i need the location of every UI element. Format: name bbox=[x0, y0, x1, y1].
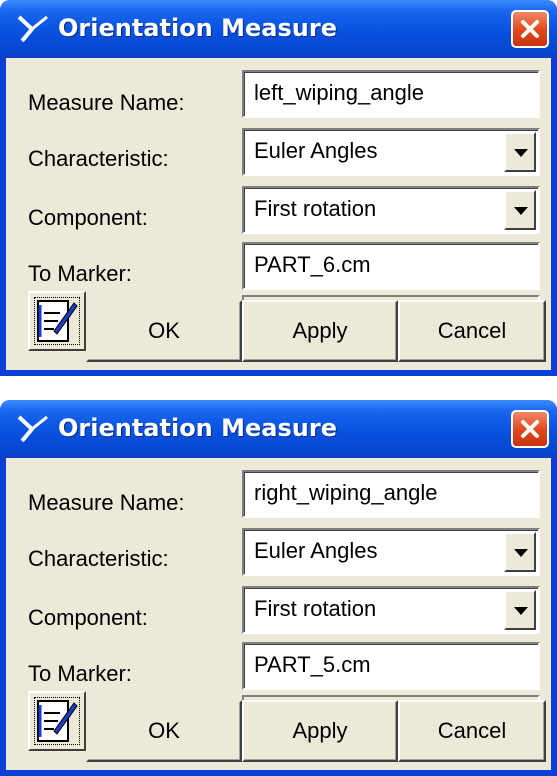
ok-button[interactable]: OK bbox=[86, 700, 242, 762]
edit-notepad-icon bbox=[37, 300, 78, 342]
dropdown-arrow-icon[interactable] bbox=[504, 190, 536, 230]
dialog-title: Orientation Measure bbox=[58, 14, 337, 42]
component-dropdown[interactable]: First rotation bbox=[242, 186, 540, 234]
cancel-button[interactable]: Cancel bbox=[398, 700, 546, 762]
close-button[interactable] bbox=[511, 10, 549, 48]
title-bar[interactable]: Orientation Measure bbox=[0, 0, 557, 58]
measure-name-value: left_wiping_angle bbox=[254, 80, 425, 105]
measure-name-label: Measure Name: bbox=[28, 490, 185, 515]
characteristic-dropdown[interactable]: Euler Angles bbox=[242, 528, 540, 576]
to-marker-value: PART_5.cm bbox=[254, 652, 371, 677]
to-marker-label: To Marker: bbox=[28, 661, 132, 686]
characteristic-value: Euler Angles bbox=[254, 138, 378, 163]
close-icon bbox=[521, 20, 539, 38]
characteristic-label: Characteristic: bbox=[28, 546, 169, 571]
to-marker-value: PART_6.cm bbox=[254, 252, 371, 277]
edit-button[interactable] bbox=[28, 691, 86, 751]
dialog-body: Measure Name: left_wiping_angle Characte… bbox=[6, 58, 551, 370]
dropdown-arrow-icon[interactable] bbox=[504, 532, 536, 572]
dialog-title: Orientation Measure bbox=[58, 414, 337, 442]
measure-name-input[interactable]: left_wiping_angle bbox=[242, 70, 540, 118]
measure-name-label: Measure Name: bbox=[28, 90, 185, 115]
component-dropdown[interactable]: First rotation bbox=[242, 586, 540, 634]
measure-name-input[interactable]: right_wiping_angle bbox=[242, 470, 540, 518]
edit-button[interactable] bbox=[28, 291, 86, 351]
orientation-measure-dialog-2: Orientation Measure Measure Name: right_… bbox=[0, 400, 557, 776]
cancel-button[interactable]: Cancel bbox=[398, 300, 546, 362]
orientation-measure-dialog-1: Orientation Measure Measure Name: left_w… bbox=[0, 0, 557, 376]
component-label: Component: bbox=[28, 605, 148, 630]
ok-button[interactable]: OK bbox=[86, 300, 242, 362]
adams-measure-icon bbox=[17, 15, 48, 43]
dialog-body: Measure Name: right_wiping_angle Charact… bbox=[6, 458, 551, 770]
to-marker-label: To Marker: bbox=[28, 261, 132, 286]
measure-name-value: right_wiping_angle bbox=[254, 480, 438, 505]
apply-button[interactable]: Apply bbox=[242, 300, 398, 362]
characteristic-label: Characteristic: bbox=[28, 146, 169, 171]
close-button[interactable] bbox=[511, 410, 549, 448]
characteristic-value: Euler Angles bbox=[254, 538, 378, 563]
component-label: Component: bbox=[28, 205, 148, 230]
title-bar[interactable]: Orientation Measure bbox=[0, 400, 557, 458]
to-marker-input[interactable]: PART_5.cm bbox=[242, 642, 540, 690]
adams-measure-icon bbox=[17, 415, 48, 443]
close-icon bbox=[521, 420, 539, 438]
component-value: First rotation bbox=[254, 596, 377, 621]
component-value: First rotation bbox=[254, 196, 377, 221]
to-marker-input[interactable]: PART_6.cm bbox=[242, 242, 540, 290]
characteristic-dropdown[interactable]: Euler Angles bbox=[242, 128, 540, 176]
dropdown-arrow-icon[interactable] bbox=[504, 590, 536, 630]
dropdown-arrow-icon[interactable] bbox=[504, 132, 536, 172]
edit-notepad-icon bbox=[37, 700, 78, 742]
apply-button[interactable]: Apply bbox=[242, 700, 398, 762]
